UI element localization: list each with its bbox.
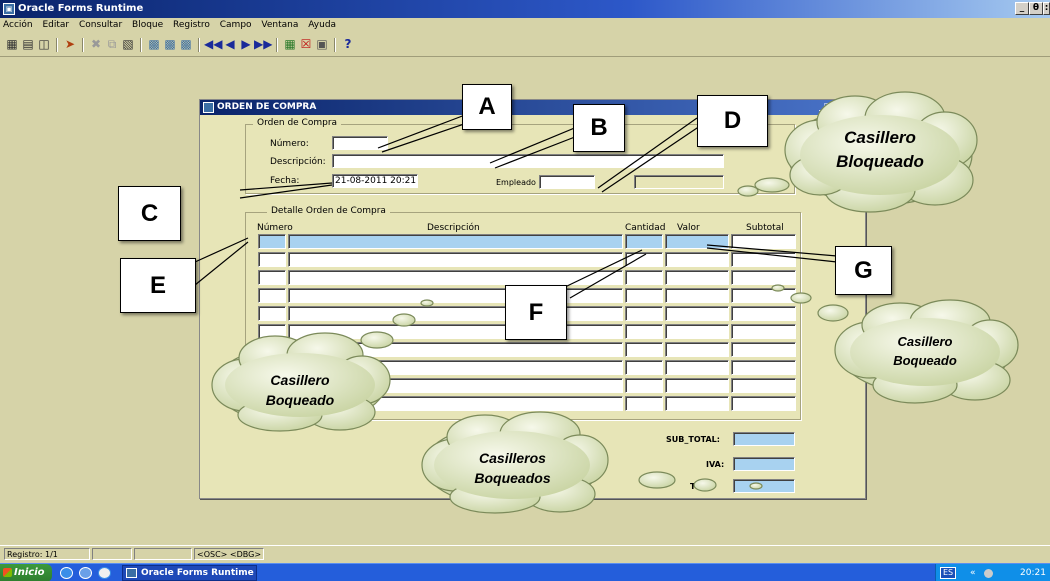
- cloud-text-line: Casillero: [270, 372, 330, 388]
- cloud-bottom-text: Casilleros Boqueados: [450, 448, 575, 488]
- cloud-text-line: Boqueado: [893, 353, 957, 368]
- cloud-left: [211, 299, 434, 432]
- cloud-text-line: Casilleros: [479, 450, 546, 466]
- cloud-right-text: Casillero Boqueado: [865, 332, 985, 370]
- cloud-overlay: [211, 91, 1019, 514]
- cloud-top-right-text: Casillero Bloqueado: [820, 126, 940, 174]
- cloud-left-text: Casillero Boqueado: [240, 370, 360, 410]
- cloud-text-line: Boqueado: [265, 392, 335, 408]
- cloud-text-line: Boqueados: [474, 470, 551, 486]
- cloud-text-line: Casillero: [897, 334, 953, 349]
- cloud-text-line: Bloqueado: [836, 152, 924, 171]
- cloud-text-line: Casillero: [844, 128, 916, 147]
